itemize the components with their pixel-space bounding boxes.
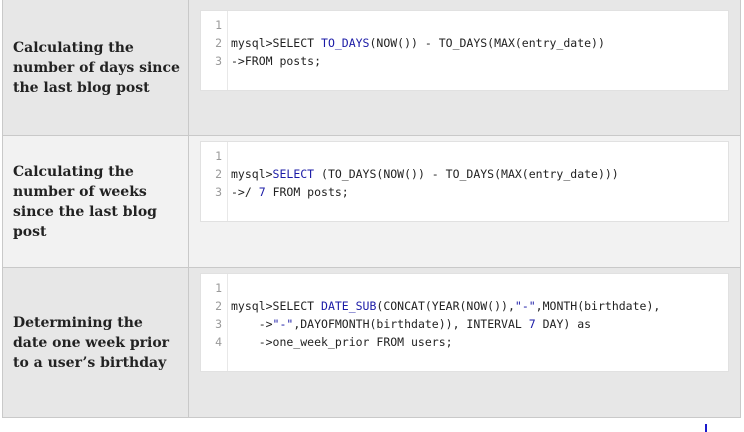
line-number: 2	[215, 167, 222, 181]
line-number: 2	[215, 36, 222, 50]
row-label: Determining the date one week prior to a…	[3, 268, 189, 417]
code-lines: mysql>SELECT TO_DAYS(NOW()) - TO_DAYS(MA…	[228, 11, 605, 90]
code-token: (NOW()) - TO_DAYS(MAX(entry_date))	[369, 36, 605, 50]
code-token: ->	[231, 317, 273, 331]
code-token: ->one_week_prior FROM users;	[231, 335, 453, 349]
line-number: 3	[215, 317, 222, 331]
code-cell: 1 2 3 4 mysql>SELECT DATE_SUB(CONCAT(YEA…	[189, 268, 740, 417]
code-token: mysql>	[231, 167, 273, 181]
table-row: Calculating the number of days since the…	[3, 0, 740, 135]
line-number-gutter: 1 2 3	[201, 11, 228, 90]
line-number: 4	[215, 335, 222, 349]
code-block[interactable]: 1 2 3 mysql>SELECT (TO_DAYS(NOW()) - TO_…	[200, 141, 729, 222]
code-token: ->/	[231, 185, 259, 199]
code-line: ->FROM posts;	[231, 52, 605, 70]
line-number: 3	[215, 185, 222, 199]
code-token: (CONCAT(YEAR(NOW()),	[376, 299, 515, 313]
code-token: DATE_SUB	[321, 299, 377, 313]
table-row: Calculating the number of weeks since th…	[3, 135, 740, 267]
code-line: ->one_week_prior FROM users;	[231, 333, 660, 351]
code-lines: mysql>SELECT (TO_DAYS(NOW()) - TO_DAYS(M…	[228, 142, 619, 221]
line-number: 1	[215, 281, 222, 295]
code-block[interactable]: 1 2 3 mysql>SELECT TO_DAYS(NOW()) - TO_D…	[200, 10, 729, 91]
code-line: ->"-",DAYOFMONTH(birthdate)), INTERVAL 7…	[231, 315, 660, 333]
code-token: "-"	[514, 299, 536, 313]
code-token: ,MONTH(birthdate),	[535, 299, 661, 313]
line-number: 2	[215, 299, 222, 313]
line-number: 1	[215, 18, 222, 32]
line-number-gutter: 1 2 3	[201, 142, 228, 221]
code-token: (TO_DAYS(NOW()) - TO_DAYS(MAX(entry_date…	[314, 167, 619, 181]
code-token: mysql>SELECT	[231, 299, 322, 313]
line-number: 3	[215, 54, 222, 68]
row-label: Calculating the number of weeks since th…	[3, 136, 189, 267]
text-cursor-mark	[705, 424, 707, 432]
code-line: mysql>SELECT (TO_DAYS(NOW()) - TO_DAYS(M…	[231, 165, 619, 183]
code-token: SELECT	[272, 167, 315, 181]
code-token: 7	[528, 317, 536, 331]
code-token: mysql>SELECT	[231, 36, 322, 50]
code-token: TO_DAYS	[321, 36, 370, 50]
table-row: Determining the date one week prior to a…	[3, 267, 740, 417]
row-label: Calculating the number of days since the…	[3, 0, 189, 135]
code-cell: 1 2 3 mysql>SELECT (TO_DAYS(NOW()) - TO_…	[189, 136, 740, 267]
code-token: DAY) as	[535, 317, 592, 331]
code-line: mysql>SELECT TO_DAYS(NOW()) - TO_DAYS(MA…	[231, 34, 605, 52]
line-number-gutter: 1 2 3 4	[201, 274, 228, 371]
code-token: ,DAYOFMONTH(birthdate)), INTERVAL	[293, 317, 529, 331]
code-token: ->FROM posts;	[231, 54, 322, 68]
code-block[interactable]: 1 2 3 4 mysql>SELECT DATE_SUB(CONCAT(YEA…	[200, 273, 729, 372]
code-cell: 1 2 3 mysql>SELECT TO_DAYS(NOW()) - TO_D…	[189, 0, 740, 135]
code-line: mysql>SELECT DATE_SUB(CONCAT(YEAR(NOW())…	[231, 297, 660, 315]
mysql-examples-table: Calculating the number of days since the…	[2, 0, 741, 418]
code-token: FROM posts;	[265, 185, 349, 199]
code-line: ->/ 7 FROM posts;	[231, 183, 619, 201]
code-token: "-"	[272, 317, 294, 331]
code-lines: mysql>SELECT DATE_SUB(CONCAT(YEAR(NOW())…	[228, 274, 660, 371]
code-token: 7	[258, 185, 266, 199]
line-number: 1	[215, 149, 222, 163]
